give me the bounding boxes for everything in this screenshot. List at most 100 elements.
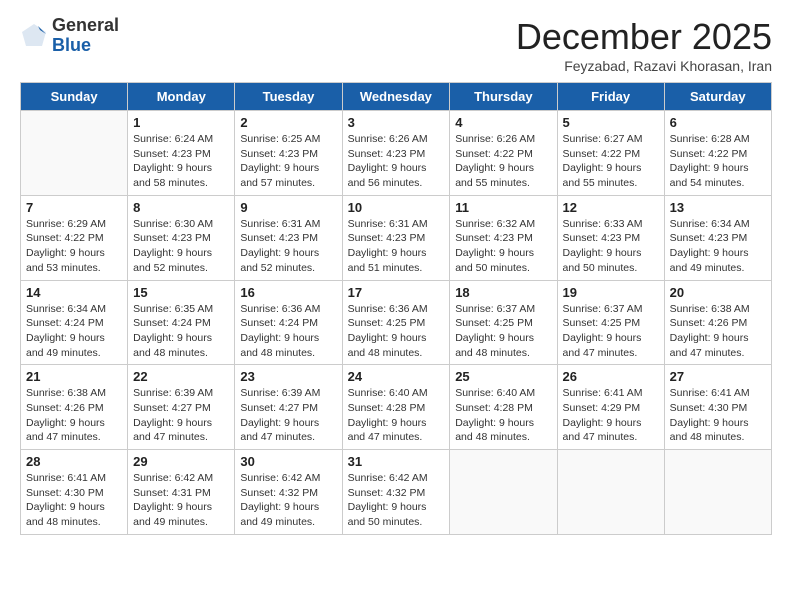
calendar-day-cell <box>450 450 557 535</box>
location-subtitle: Feyzabad, Razavi Khorasan, Iran <box>516 58 772 74</box>
day-info: Sunrise: 6:24 AMSunset: 4:23 PMDaylight:… <box>133 132 229 191</box>
day-info: Sunrise: 6:34 AMSunset: 4:23 PMDaylight:… <box>670 217 766 276</box>
day-info: Sunrise: 6:36 AMSunset: 4:25 PMDaylight:… <box>348 302 445 361</box>
title-block: December 2025 Feyzabad, Razavi Khorasan,… <box>516 16 772 74</box>
calendar-day-cell: 24Sunrise: 6:40 AMSunset: 4:28 PMDayligh… <box>342 365 450 450</box>
day-number: 15 <box>133 285 229 300</box>
calendar-day-cell: 3Sunrise: 6:26 AMSunset: 4:23 PMDaylight… <box>342 111 450 196</box>
calendar-day-cell: 9Sunrise: 6:31 AMSunset: 4:23 PMDaylight… <box>235 195 342 280</box>
day-number: 26 <box>563 369 659 384</box>
day-info: Sunrise: 6:30 AMSunset: 4:23 PMDaylight:… <box>133 217 229 276</box>
day-number: 23 <box>240 369 336 384</box>
day-info: Sunrise: 6:32 AMSunset: 4:23 PMDaylight:… <box>455 217 551 276</box>
logo: General Blue <box>20 16 119 56</box>
weekday-header: Tuesday <box>235 83 342 111</box>
day-number: 13 <box>670 200 766 215</box>
day-info: Sunrise: 6:40 AMSunset: 4:28 PMDaylight:… <box>455 386 551 445</box>
calendar-day-cell: 14 Sunrise: 6:34 AMSunset: 4:24 PMDayligh… <box>21 280 128 365</box>
calendar-day-cell <box>664 450 771 535</box>
day-number: 8 <box>133 200 229 215</box>
calendar-day-cell: 17 Sunrise: 6:36 AMSunset: 4:25 PMDayligh… <box>342 280 450 365</box>
day-info: Sunrise: 6:38 AMSunset: 4:26 PMDaylight:… <box>670 302 766 361</box>
calendar-day-cell: 21Sunrise: 6:38 AMSunset: 4:26 PMDayligh… <box>21 365 128 450</box>
calendar-week-row: 14 Sunrise: 6:34 AMSunset: 4:24 PMDayligh… <box>21 280 772 365</box>
day-info: Sunrise: 6:39 AMSunset: 4:27 PMDaylight:… <box>133 386 229 445</box>
day-info: Sunrise: 6:37 AMSunset: 4:25 PMDaylight:… <box>455 302 551 361</box>
day-number: 11 <box>455 200 551 215</box>
day-number: 17 <box>348 285 445 300</box>
day-number: 31 <box>348 454 445 469</box>
calendar-day-cell: 25 Sunrise: 6:40 AMSunset: 4:28 PMDayligh… <box>450 365 557 450</box>
calendar-day-cell: 7Sunrise: 6:29 AMSunset: 4:22 PMDaylight… <box>21 195 128 280</box>
day-number: 1 <box>133 115 229 130</box>
calendar-day-cell: 16 Sunrise: 6:36 AMSunset: 4:24 PMDayligh… <box>235 280 342 365</box>
day-number: 25 <box>455 369 551 384</box>
day-number: 7 <box>26 200 122 215</box>
day-info: Sunrise: 6:34 AMSunset: 4:24 PMDaylight:… <box>26 302 122 361</box>
day-info: Sunrise: 6:41 AMSunset: 4:30 PMDaylight:… <box>26 471 122 530</box>
calendar-day-cell: 6 Sunrise: 6:28 AMSunset: 4:22 PMDaylight… <box>664 111 771 196</box>
day-info: Sunrise: 6:35 AMSunset: 4:24 PMDaylight:… <box>133 302 229 361</box>
calendar-day-cell: 29Sunrise: 6:42 AMSunset: 4:31 PMDayligh… <box>128 450 235 535</box>
weekday-header: Friday <box>557 83 664 111</box>
day-info: Sunrise: 6:37 AMSunset: 4:25 PMDaylight:… <box>563 302 659 361</box>
calendar-day-cell: 8 Sunrise: 6:30 AMSunset: 4:23 PMDaylight… <box>128 195 235 280</box>
day-number: 19 <box>563 285 659 300</box>
calendar-header-row: SundayMondayTuesdayWednesdayThursdayFrid… <box>21 83 772 111</box>
weekday-header: Monday <box>128 83 235 111</box>
calendar-week-row: 21Sunrise: 6:38 AMSunset: 4:26 PMDayligh… <box>21 365 772 450</box>
day-number: 24 <box>348 369 445 384</box>
calendar-day-cell: 5 Sunrise: 6:27 AMSunset: 4:22 PMDaylight… <box>557 111 664 196</box>
day-number: 18 <box>455 285 551 300</box>
calendar-day-cell: 23 Sunrise: 6:39 AMSunset: 4:27 PMDayligh… <box>235 365 342 450</box>
day-info: Sunrise: 6:26 AMSunset: 4:22 PMDaylight:… <box>455 132 551 191</box>
calendar-day-cell: 2 Sunrise: 6:25 AMSunset: 4:23 PMDaylight… <box>235 111 342 196</box>
day-info: Sunrise: 6:31 AMSunset: 4:23 PMDaylight:… <box>348 217 445 276</box>
calendar-week-row: 7Sunrise: 6:29 AMSunset: 4:22 PMDaylight… <box>21 195 772 280</box>
day-info: Sunrise: 6:28 AMSunset: 4:22 PMDaylight:… <box>670 132 766 191</box>
day-info: Sunrise: 6:33 AMSunset: 4:23 PMDaylight:… <box>563 217 659 276</box>
day-info: Sunrise: 6:38 AMSunset: 4:26 PMDaylight:… <box>26 386 122 445</box>
calendar-table: SundayMondayTuesdayWednesdayThursdayFrid… <box>20 82 772 535</box>
calendar-day-cell: 10 Sunrise: 6:31 AMSunset: 4:23 PMDayligh… <box>342 195 450 280</box>
calendar-day-cell: 12 Sunrise: 6:33 AMSunset: 4:23 PMDayligh… <box>557 195 664 280</box>
weekday-header: Thursday <box>450 83 557 111</box>
day-number: 6 <box>670 115 766 130</box>
calendar-day-cell: 19 Sunrise: 6:37 AMSunset: 4:25 PMDayligh… <box>557 280 664 365</box>
calendar-week-row: 1 Sunrise: 6:24 AMSunset: 4:23 PMDaylight… <box>21 111 772 196</box>
day-number: 10 <box>348 200 445 215</box>
calendar-day-cell: 28Sunrise: 6:41 AMSunset: 4:30 PMDayligh… <box>21 450 128 535</box>
calendar-day-cell: 27Sunrise: 6:41 AMSunset: 4:30 PMDayligh… <box>664 365 771 450</box>
calendar-day-cell: 22 Sunrise: 6:39 AMSunset: 4:27 PMDayligh… <box>128 365 235 450</box>
weekday-header: Wednesday <box>342 83 450 111</box>
calendar-day-cell: 20 Sunrise: 6:38 AMSunset: 4:26 PMDayligh… <box>664 280 771 365</box>
calendar-day-cell: 18 Sunrise: 6:37 AMSunset: 4:25 PMDayligh… <box>450 280 557 365</box>
day-number: 2 <box>240 115 336 130</box>
month-title: December 2025 <box>516 16 772 58</box>
weekday-header: Saturday <box>664 83 771 111</box>
weekday-header: Sunday <box>21 83 128 111</box>
day-number: 27 <box>670 369 766 384</box>
day-number: 3 <box>348 115 445 130</box>
day-info: Sunrise: 6:42 AMSunset: 4:32 PMDaylight:… <box>240 471 336 530</box>
day-number: 4 <box>455 115 551 130</box>
day-number: 5 <box>563 115 659 130</box>
day-info: Sunrise: 6:25 AMSunset: 4:23 PMDaylight:… <box>240 132 336 191</box>
day-info: Sunrise: 6:27 AMSunset: 4:22 PMDaylight:… <box>563 132 659 191</box>
day-number: 14 <box>26 285 122 300</box>
day-number: 30 <box>240 454 336 469</box>
day-number: 20 <box>670 285 766 300</box>
calendar-week-row: 28Sunrise: 6:41 AMSunset: 4:30 PMDayligh… <box>21 450 772 535</box>
day-info: Sunrise: 6:36 AMSunset: 4:24 PMDaylight:… <box>240 302 336 361</box>
logo-general: General <box>52 16 119 36</box>
calendar-day-cell <box>21 111 128 196</box>
calendar-day-cell: 30 Sunrise: 6:42 AMSunset: 4:32 PMDayligh… <box>235 450 342 535</box>
day-info: Sunrise: 6:42 AMSunset: 4:32 PMDaylight:… <box>348 471 445 530</box>
calendar-day-cell: 4 Sunrise: 6:26 AMSunset: 4:22 PMDaylight… <box>450 111 557 196</box>
day-number: 16 <box>240 285 336 300</box>
day-number: 22 <box>133 369 229 384</box>
day-info: Sunrise: 6:39 AMSunset: 4:27 PMDaylight:… <box>240 386 336 445</box>
day-number: 12 <box>563 200 659 215</box>
calendar-day-cell: 13 Sunrise: 6:34 AMSunset: 4:23 PMDayligh… <box>664 195 771 280</box>
calendar-day-cell: 15 Sunrise: 6:35 AMSunset: 4:24 PMDayligh… <box>128 280 235 365</box>
